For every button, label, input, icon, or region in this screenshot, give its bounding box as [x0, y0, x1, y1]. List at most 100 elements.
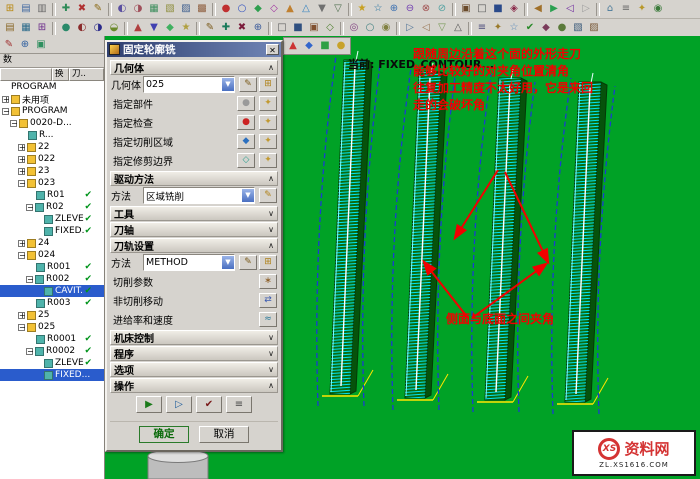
toolbar-icon[interactable]: ▨ — [179, 2, 194, 16]
geometry-select[interactable]: 025 ▼ — [143, 76, 235, 93]
specify-trim-boundary-select-button[interactable]: ◇ — [237, 153, 255, 168]
toolbar-icon[interactable]: ▼ — [147, 21, 162, 35]
column-name[interactable] — [0, 68, 52, 81]
section-machine-control-header[interactable]: 机床控制 ∨ — [110, 330, 278, 345]
toolbar-icon[interactable]: ◁ — [419, 21, 434, 35]
specify-check-select-button[interactable]: ● — [237, 115, 255, 130]
chevron-down-icon[interactable]: ▼ — [222, 256, 234, 269]
specify-cut-area-select-button[interactable]: ◆ — [237, 134, 255, 149]
specify-check-display-button[interactable]: ✦ — [259, 115, 277, 130]
tree-item[interactable]: −R02✔ — [0, 201, 104, 213]
column-toolchange[interactable]: 换 — [52, 68, 69, 81]
toolbar-icon[interactable]: ▽ — [435, 21, 450, 35]
toolbar-icon[interactable]: ○ — [235, 2, 250, 16]
section-actions-header[interactable]: 操作 ∧ — [110, 378, 278, 393]
section-options-header[interactable]: 选项 ∨ — [110, 362, 278, 377]
section-drive-method-header[interactable]: 驱动方法 ∧ — [110, 171, 278, 186]
toolbar-icon[interactable]: ☆ — [507, 21, 522, 35]
toolbar-icon[interactable]: ▷ — [579, 2, 594, 16]
chevron-down-icon[interactable]: ▼ — [242, 189, 254, 202]
new-geometry-button[interactable]: ⊞ — [259, 77, 277, 92]
tree-item[interactable]: R003✔ — [0, 297, 104, 309]
toolbar-icon[interactable]: ◆ — [539, 21, 554, 35]
toolbar-icon[interactable]: ◀ — [531, 2, 546, 16]
toolbar-icon[interactable]: ◐ — [115, 2, 130, 16]
column-path[interactable]: 刀.. — [69, 68, 104, 81]
tree-item[interactable]: ZLEVE...✔ — [0, 213, 104, 225]
expander-icon[interactable]: − — [18, 324, 25, 331]
tree-item[interactable]: R01✔ — [0, 189, 104, 201]
expander-icon[interactable]: − — [10, 120, 17, 127]
toolbar-icon[interactable]: ■ — [491, 2, 506, 16]
expander-icon[interactable]: + — [18, 156, 25, 163]
toolbar-icon[interactable]: ■ — [318, 39, 333, 53]
toolbar-icon[interactable]: ○ — [363, 21, 378, 35]
toolbar-icon[interactable]: ⊖ — [403, 2, 418, 16]
parallel-generate-button[interactable]: ▷ — [166, 396, 192, 413]
list-button[interactable]: ≡ — [226, 396, 252, 413]
tree-item[interactable]: ZLEVE...✔ — [0, 357, 104, 369]
toolbar-icon[interactable]: ◉ — [651, 2, 666, 16]
toolbar-icon[interactable]: ⊕ — [251, 21, 266, 35]
toolbar-icon[interactable]: ✎ — [203, 21, 218, 35]
ok-button[interactable]: 确定 — [139, 426, 189, 443]
tree-item[interactable]: −025 — [0, 321, 104, 333]
tree-item[interactable]: FIXED...✔ — [0, 225, 104, 237]
tree-item[interactable]: CAVIT...✔ — [0, 285, 104, 297]
toolbar-icon[interactable]: ≡ — [475, 21, 490, 35]
toolbar-icon[interactable]: ✖ — [75, 2, 90, 16]
toolbar-icon[interactable]: ✎ — [2, 38, 17, 52]
tree-item[interactable]: −R0002✔ — [0, 345, 104, 357]
toolbar-icon[interactable]: ▲ — [283, 2, 298, 16]
expander-icon[interactable]: − — [26, 204, 33, 211]
toolbar-icon[interactable]: ★ — [355, 2, 370, 16]
section-path-settings-header[interactable]: 刀轨设置 ∧ — [110, 238, 278, 253]
specify-part-display-button[interactable]: ✦ — [259, 96, 277, 111]
expander-icon[interactable]: + — [18, 240, 25, 247]
tree-item[interactable]: PROGRAM — [0, 81, 104, 93]
expander-icon[interactable]: − — [26, 348, 33, 355]
feeds-and-speeds-button[interactable]: ≈ — [259, 312, 277, 327]
cutting-parameters-button[interactable]: ∗ — [259, 274, 277, 289]
dialog-titlebar[interactable]: 固定轮廓铣 ✕ — [107, 42, 281, 57]
expander-icon[interactable]: + — [18, 144, 25, 151]
tree-item[interactable]: +未用项 — [0, 93, 104, 105]
toolbar-icon[interactable]: ◑ — [131, 2, 146, 16]
section-geometry-header[interactable]: 几何体 ∧ — [110, 60, 278, 75]
new-method-button[interactable]: ⊞ — [259, 255, 277, 270]
toolbar-icon[interactable]: ◇ — [267, 2, 282, 16]
tree-item[interactable]: −023 — [0, 177, 104, 189]
toolbar-icon[interactable]: ● — [334, 39, 349, 53]
toolbar-icon[interactable]: ★ — [179, 21, 194, 35]
toolbar-icon[interactable]: ◎ — [347, 21, 362, 35]
dialog-close-button[interactable]: ✕ — [266, 44, 279, 55]
specify-trim-boundary-display-button[interactable]: ✦ — [259, 153, 277, 168]
toolbar-icon[interactable]: △ — [299, 2, 314, 16]
toolbar-icon[interactable]: ▲ — [286, 39, 301, 53]
toolbar-icon[interactable]: ▽ — [331, 2, 346, 16]
section-tool-header[interactable]: 工具 ∨ — [110, 206, 278, 221]
toolbar-icon[interactable]: ▨ — [587, 21, 602, 35]
toolbar-icon[interactable]: ▤ — [19, 2, 34, 16]
toolbar-icon[interactable]: ● — [555, 21, 570, 35]
toolbar-icon[interactable]: ▥ — [35, 2, 50, 16]
expander-icon[interactable]: − — [18, 252, 25, 259]
expander-icon[interactable]: + — [2, 96, 9, 103]
toolbar-icon[interactable]: ▣ — [459, 2, 474, 16]
tree-item[interactable]: −0020-D... — [0, 117, 104, 129]
tree-item[interactable]: +022 — [0, 153, 104, 165]
expander-icon[interactable]: + — [18, 168, 25, 175]
toolbar-icon[interactable]: ▦ — [147, 2, 162, 16]
toolbar-icon[interactable]: ◈ — [507, 2, 522, 16]
generate-button[interactable]: ▶ — [136, 396, 162, 413]
tree-item[interactable]: R001✔ — [0, 261, 104, 273]
toolbar-icon[interactable]: ◆ — [163, 21, 178, 35]
cancel-button[interactable]: 取消 — [199, 426, 249, 443]
section-tool-axis-header[interactable]: 刀轴 ∨ — [110, 222, 278, 237]
toolbar-icon[interactable]: ▤ — [3, 21, 18, 35]
verify-button[interactable]: ✔ — [196, 396, 222, 413]
tree-item[interactable]: −R002✔ — [0, 273, 104, 285]
toolbar-icon[interactable]: ✖ — [235, 21, 250, 35]
toolbar-icon[interactable]: ◁ — [563, 2, 578, 16]
toolbar-icon[interactable]: ● — [219, 2, 234, 16]
